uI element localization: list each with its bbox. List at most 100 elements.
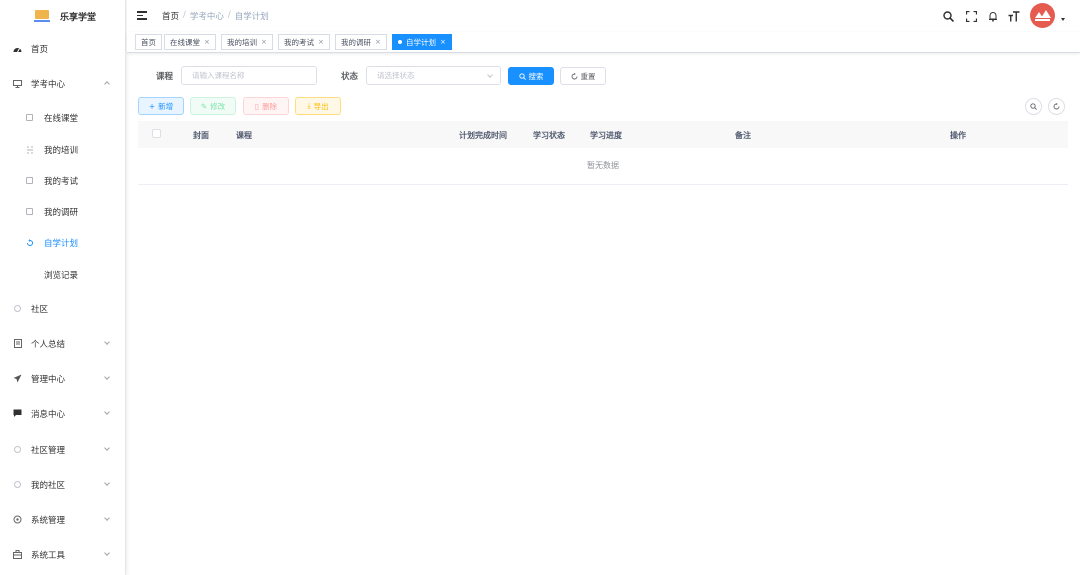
user-avatar[interactable] [1030,3,1055,28]
tags-view: 首页 在线课堂 × 我的培训 × 我的考试 × 我的调研 × 自学计划 × [127,32,1080,53]
grid-icon [25,113,34,122]
delete-button[interactable]: ▯ 删除 [243,97,289,115]
select-all-checkbox[interactable] [152,129,161,138]
fullscreen-icon[interactable] [965,10,977,22]
message-icon [13,409,22,418]
column-header-actions: 操作 [950,131,966,140]
sidebar-item-label: 浏览记录 [44,271,79,281]
tag-label: 首页 [141,37,156,47]
toolbox-icon [13,550,22,559]
sidebar-item-label: 学考中心 [31,80,66,90]
sidebar-item-home[interactable]: 首页 [0,39,126,59]
sidebar-item-message-center[interactable]: 消息中心 [0,404,126,424]
edit-button[interactable]: ✎ 修改 [190,97,236,115]
active-dot-icon [398,40,402,44]
sidebar-item-label: 系统工具 [31,551,66,561]
font-size-icon[interactable] [1008,10,1020,22]
tag-my-survey[interactable]: 我的调研 × [335,34,387,50]
tag-label: 我的培训 [227,37,257,47]
plan-table: 封面 课程 计划完成时间 学习状态 学习进度 备注 操作 暂无数据 [138,121,1068,185]
sidebar-item-system-manage[interactable]: 系统管理 [0,510,126,530]
app-root: 乐享学堂 首页 学考中心 在线课堂 我的培训 我的考试 我的调研 自学计划 浏览… [0,0,1080,575]
tag-label: 在线课堂 [170,37,200,47]
delete-button-label: 删除 [262,101,278,111]
chevron-down-icon [104,551,110,557]
close-icon[interactable]: × [440,38,446,46]
plan-icon [25,238,34,247]
sidebar-item-label: 我的社区 [31,481,66,491]
close-icon[interactable]: × [375,38,381,46]
survey-icon [25,207,34,216]
course-search-input[interactable]: 请输入课程名称 [181,66,317,85]
sidebar-item-study-center[interactable]: 学考中心 [0,74,126,94]
reset-button[interactable]: 重置 [560,67,606,85]
tag-home[interactable]: 首页 [135,34,162,50]
sidebar-item-my-training[interactable]: 我的培训 [0,140,126,160]
status-placeholder: 请选择状态 [377,71,415,80]
add-button-label: 新增 [158,101,174,111]
column-header-status: 学习状态 [533,131,565,140]
sidebar-item-community[interactable]: 社区 [0,299,126,319]
sidebar-item-management-center[interactable]: 管理中心 [0,369,126,389]
chevron-down-icon [104,410,110,416]
reset-button-label: 重置 [580,71,596,81]
sidebar-item-label: 我的培训 [44,146,79,156]
add-button[interactable]: + 新增 [138,97,184,115]
sidebar-item-personal-summary[interactable]: 个人总结 [0,334,126,354]
tag-self-study-plan[interactable]: 自学计划 × [392,34,452,50]
settings-icon [13,515,22,524]
search-button[interactable]: 搜索 [508,67,554,85]
caret-down-icon[interactable] [1061,18,1065,21]
sidebar-item-my-community[interactable]: 我的社区 [0,475,126,495]
sidebar-item-label: 在线课堂 [44,114,79,124]
download-icon: ⤓ [307,101,311,110]
search-icon[interactable] [942,10,954,22]
chevron-down-icon [487,72,493,78]
empty-text: 暂无数据 [587,161,619,170]
sidebar-item-label: 首页 [31,45,49,55]
column-header-course: 课程 [236,131,252,140]
sidebar-item-browse-history[interactable]: 浏览记录 [0,265,126,285]
sidebar-item-my-survey[interactable]: 我的调研 [0,202,126,222]
edit-button-label: 修改 [210,101,226,111]
course-placeholder: 请输入课程名称 [192,71,245,80]
chevron-down-icon [104,481,110,487]
status-label: 状态 [341,72,359,82]
toggle-search-button[interactable] [1025,98,1042,115]
main-content: 课程 请输入课程名称 状态 请选择状态 搜索 重置 + 新增 ✎ 修改 ▯ 删除 [127,53,1080,575]
sidebar-item-online-class[interactable]: 在线课堂 [0,108,126,128]
tag-online-class[interactable]: 在线课堂 × [164,34,216,50]
bell-icon[interactable] [987,10,999,22]
close-icon[interactable]: × [261,38,267,46]
chevron-down-icon [104,340,110,346]
close-icon[interactable]: × [318,38,324,46]
column-header-plan-time: 计划完成时间 [459,131,507,140]
send-icon [13,374,22,383]
tag-label: 自学计划 [406,37,436,47]
tag-my-exam[interactable]: 我的考试 × [278,34,330,50]
sidebar-item-self-study-plan[interactable]: 自学计划 [0,233,126,253]
dashboard-icon [13,44,22,53]
table-body: 暂无数据 [138,148,1068,185]
search-icon [1030,103,1037,110]
sidebar-item-my-exam[interactable]: 我的考试 [0,171,126,191]
logo[interactable]: 乐享学堂 [0,0,125,32]
export-button[interactable]: ⤓ 导出 [295,97,341,115]
sidebar-item-label: 管理中心 [31,375,66,385]
status-select[interactable]: 请选择状态 [366,66,501,85]
logo-icon [34,10,50,22]
sidebar-item-system-tools[interactable]: 系统工具 [0,545,126,565]
tag-my-training[interactable]: 我的培训 × [221,34,273,50]
column-header-progress: 学习进度 [590,131,622,140]
tag-label: 我的考试 [284,37,314,47]
close-icon[interactable]: × [204,38,210,46]
refresh-icon [1053,103,1060,110]
community-manage-icon [13,445,22,454]
sidebar-item-label: 社区管理 [31,446,66,456]
chevron-down-icon [104,375,110,381]
sidebar-item-community-manage[interactable]: 社区管理 [0,440,126,460]
search-icon [518,72,526,80]
app-name: 乐享学堂 [60,12,97,23]
refresh-table-button[interactable] [1048,98,1065,115]
sidebar-item-label: 社区 [31,305,49,315]
